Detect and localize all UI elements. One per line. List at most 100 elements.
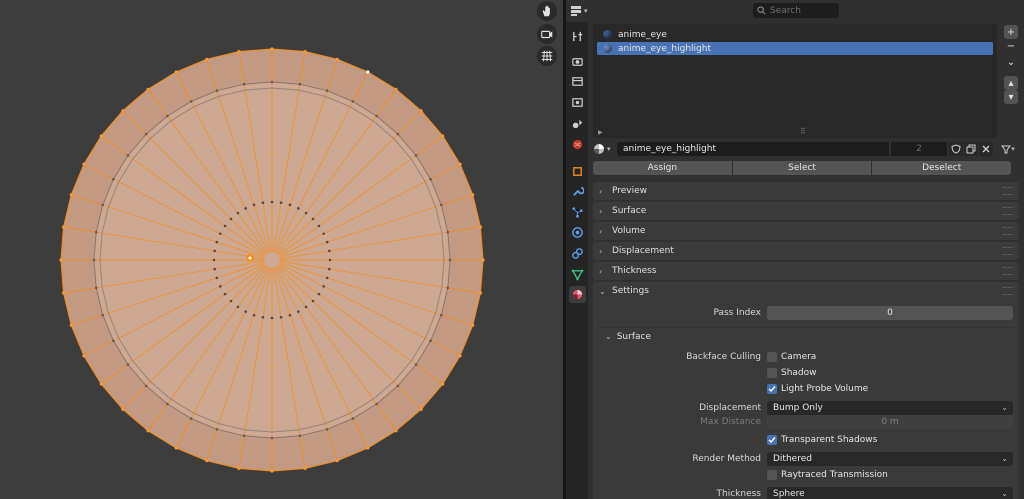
mesh-vertex [322,285,325,288]
hand-pan-icon[interactable] [537,1,557,21]
mesh-vertex [146,429,150,433]
shadow-checkbox[interactable]: Shadow [767,367,817,379]
mesh-vertex [325,89,329,93]
properties-editor-icon [571,6,581,16]
mesh-vertex [327,267,331,271]
thickness-select[interactable]: Sphere ⌄ [767,487,1013,499]
move-down-button[interactable]: ▾ [1004,90,1018,104]
checkbox-label: Camera [781,352,817,362]
search-input[interactable]: Search [753,3,839,18]
drag-handle[interactable] [1003,287,1013,295]
transparent-shadows-checkbox[interactable]: Transparent Shadows [767,434,877,446]
data-icon[interactable] [569,266,586,283]
mesh-vertex [59,258,63,262]
properties-tabs [566,22,588,499]
drag-handle[interactable] [1003,227,1013,235]
browse-material-button[interactable]: ▾ [593,142,615,156]
modifier-icon[interactable] [569,183,586,200]
displacement-select[interactable]: Bump Only ⌄ [767,401,1013,415]
object-icon[interactable] [569,163,586,180]
select-value: Sphere [773,489,805,499]
editor-type-button[interactable]: ▾ [570,4,592,18]
drag-handle[interactable] [1003,267,1013,275]
assign-button[interactable]: Assign [593,161,732,175]
user-count[interactable]: 2 [891,142,947,156]
tool-icon[interactable] [569,28,586,45]
particles-icon[interactable] [569,204,586,221]
triangle-right-icon[interactable]: ▶ [598,129,603,136]
3d-viewport[interactable] [0,0,563,499]
world-icon[interactable] [569,136,586,153]
chevron-down-icon: ▾ [1011,145,1015,153]
mesh-vertex [223,224,227,228]
surface-subpanel[interactable]: ⌄ Surface [597,327,1015,345]
list-item[interactable]: anime_eye [597,28,993,41]
panel-volume[interactable]: › Volume [593,222,1019,240]
drag-handle[interactable] [1003,247,1013,255]
panel-thickness[interactable]: › Thickness [593,262,1019,280]
slot-name: anime_eye [618,29,667,40]
assign-row: Assign Select Deselect [593,161,1012,175]
drag-handle[interactable] [1003,187,1013,195]
mesh-vertex [219,285,222,288]
physics-icon[interactable] [569,224,586,241]
select-button[interactable]: Select [732,161,872,175]
remove-slot-button[interactable]: − [1004,39,1018,53]
panel-title: Thickness [612,266,657,276]
mesh-vertex [236,305,240,309]
camera-checkbox[interactable]: Camera [767,351,816,363]
mesh-vertex [126,154,130,157]
camera-icon[interactable] [537,24,557,44]
mesh-vertex [212,258,216,262]
mesh-vertex [448,258,452,262]
fake-user-button[interactable] [949,142,963,156]
mesh-vertex [322,232,325,235]
resize-grip[interactable]: ⠿ [800,127,806,136]
view-layer-icon[interactable] [569,94,586,111]
move-up-button[interactable]: ▴ [1004,76,1018,90]
mesh-vertex [205,459,209,463]
chevron-down-icon: ▾ [584,7,588,15]
drag-handle[interactable] [1003,207,1013,215]
panel-preview[interactable]: › Preview [593,182,1019,200]
mesh-vertex [242,82,246,86]
panel-settings[interactable]: ⌄ Settings [593,282,1019,300]
light-probe-volume-checkbox[interactable]: Light Probe Volume [767,383,868,395]
node-tree-button[interactable]: ▾ [998,142,1018,156]
mesh-vertex [61,225,66,229]
grid-icon[interactable] [537,46,557,66]
scene-icon[interactable] [569,115,586,132]
mesh-vertex [325,240,329,244]
deselect-button[interactable]: Deselect [872,161,1012,175]
max-distance-field[interactable]: 0 m [767,415,1013,429]
mesh-vertex [242,434,246,438]
mesh-vertex [317,292,321,296]
mesh-vertex [351,417,355,420]
material-name-field[interactable]: anime_eye_highlight [617,142,889,156]
mesh-vertex [219,232,222,235]
material-icon[interactable] [569,286,586,303]
list-item[interactable]: anime_eye_highlight [597,42,993,55]
render-icon[interactable] [569,53,586,70]
duplicate-button[interactable] [964,142,978,156]
unlink-button[interactable] [979,142,993,156]
panel-surface[interactable]: › Surface [593,202,1019,220]
pass-index-field[interactable]: 0 [767,306,1013,320]
render-method-label: Render Method [692,454,761,464]
chevron-down-icon[interactable]: ⌄ [1004,55,1018,69]
add-slot-button[interactable]: + [1004,25,1018,39]
mesh-vertex [375,114,378,118]
material-slot-list[interactable]: anime_eye anime_eye_highlight ▶ ⠿ [593,24,997,138]
mesh-vertex [94,286,98,290]
mesh-vertex [351,100,355,103]
panel-displacement[interactable]: › Displacement [593,242,1019,260]
panel-title: Settings [612,286,649,296]
constraints-icon[interactable] [569,245,586,262]
raytraced-transmission-checkbox[interactable]: Raytraced Transmission [767,469,888,481]
render-method-select[interactable]: Dithered ⌄ [767,452,1013,466]
checkbox-box [767,384,777,394]
chevron-right-icon: › [599,186,603,196]
chevron-right-icon: › [599,266,603,276]
close-icon [982,145,990,153]
output-icon[interactable] [569,73,586,90]
